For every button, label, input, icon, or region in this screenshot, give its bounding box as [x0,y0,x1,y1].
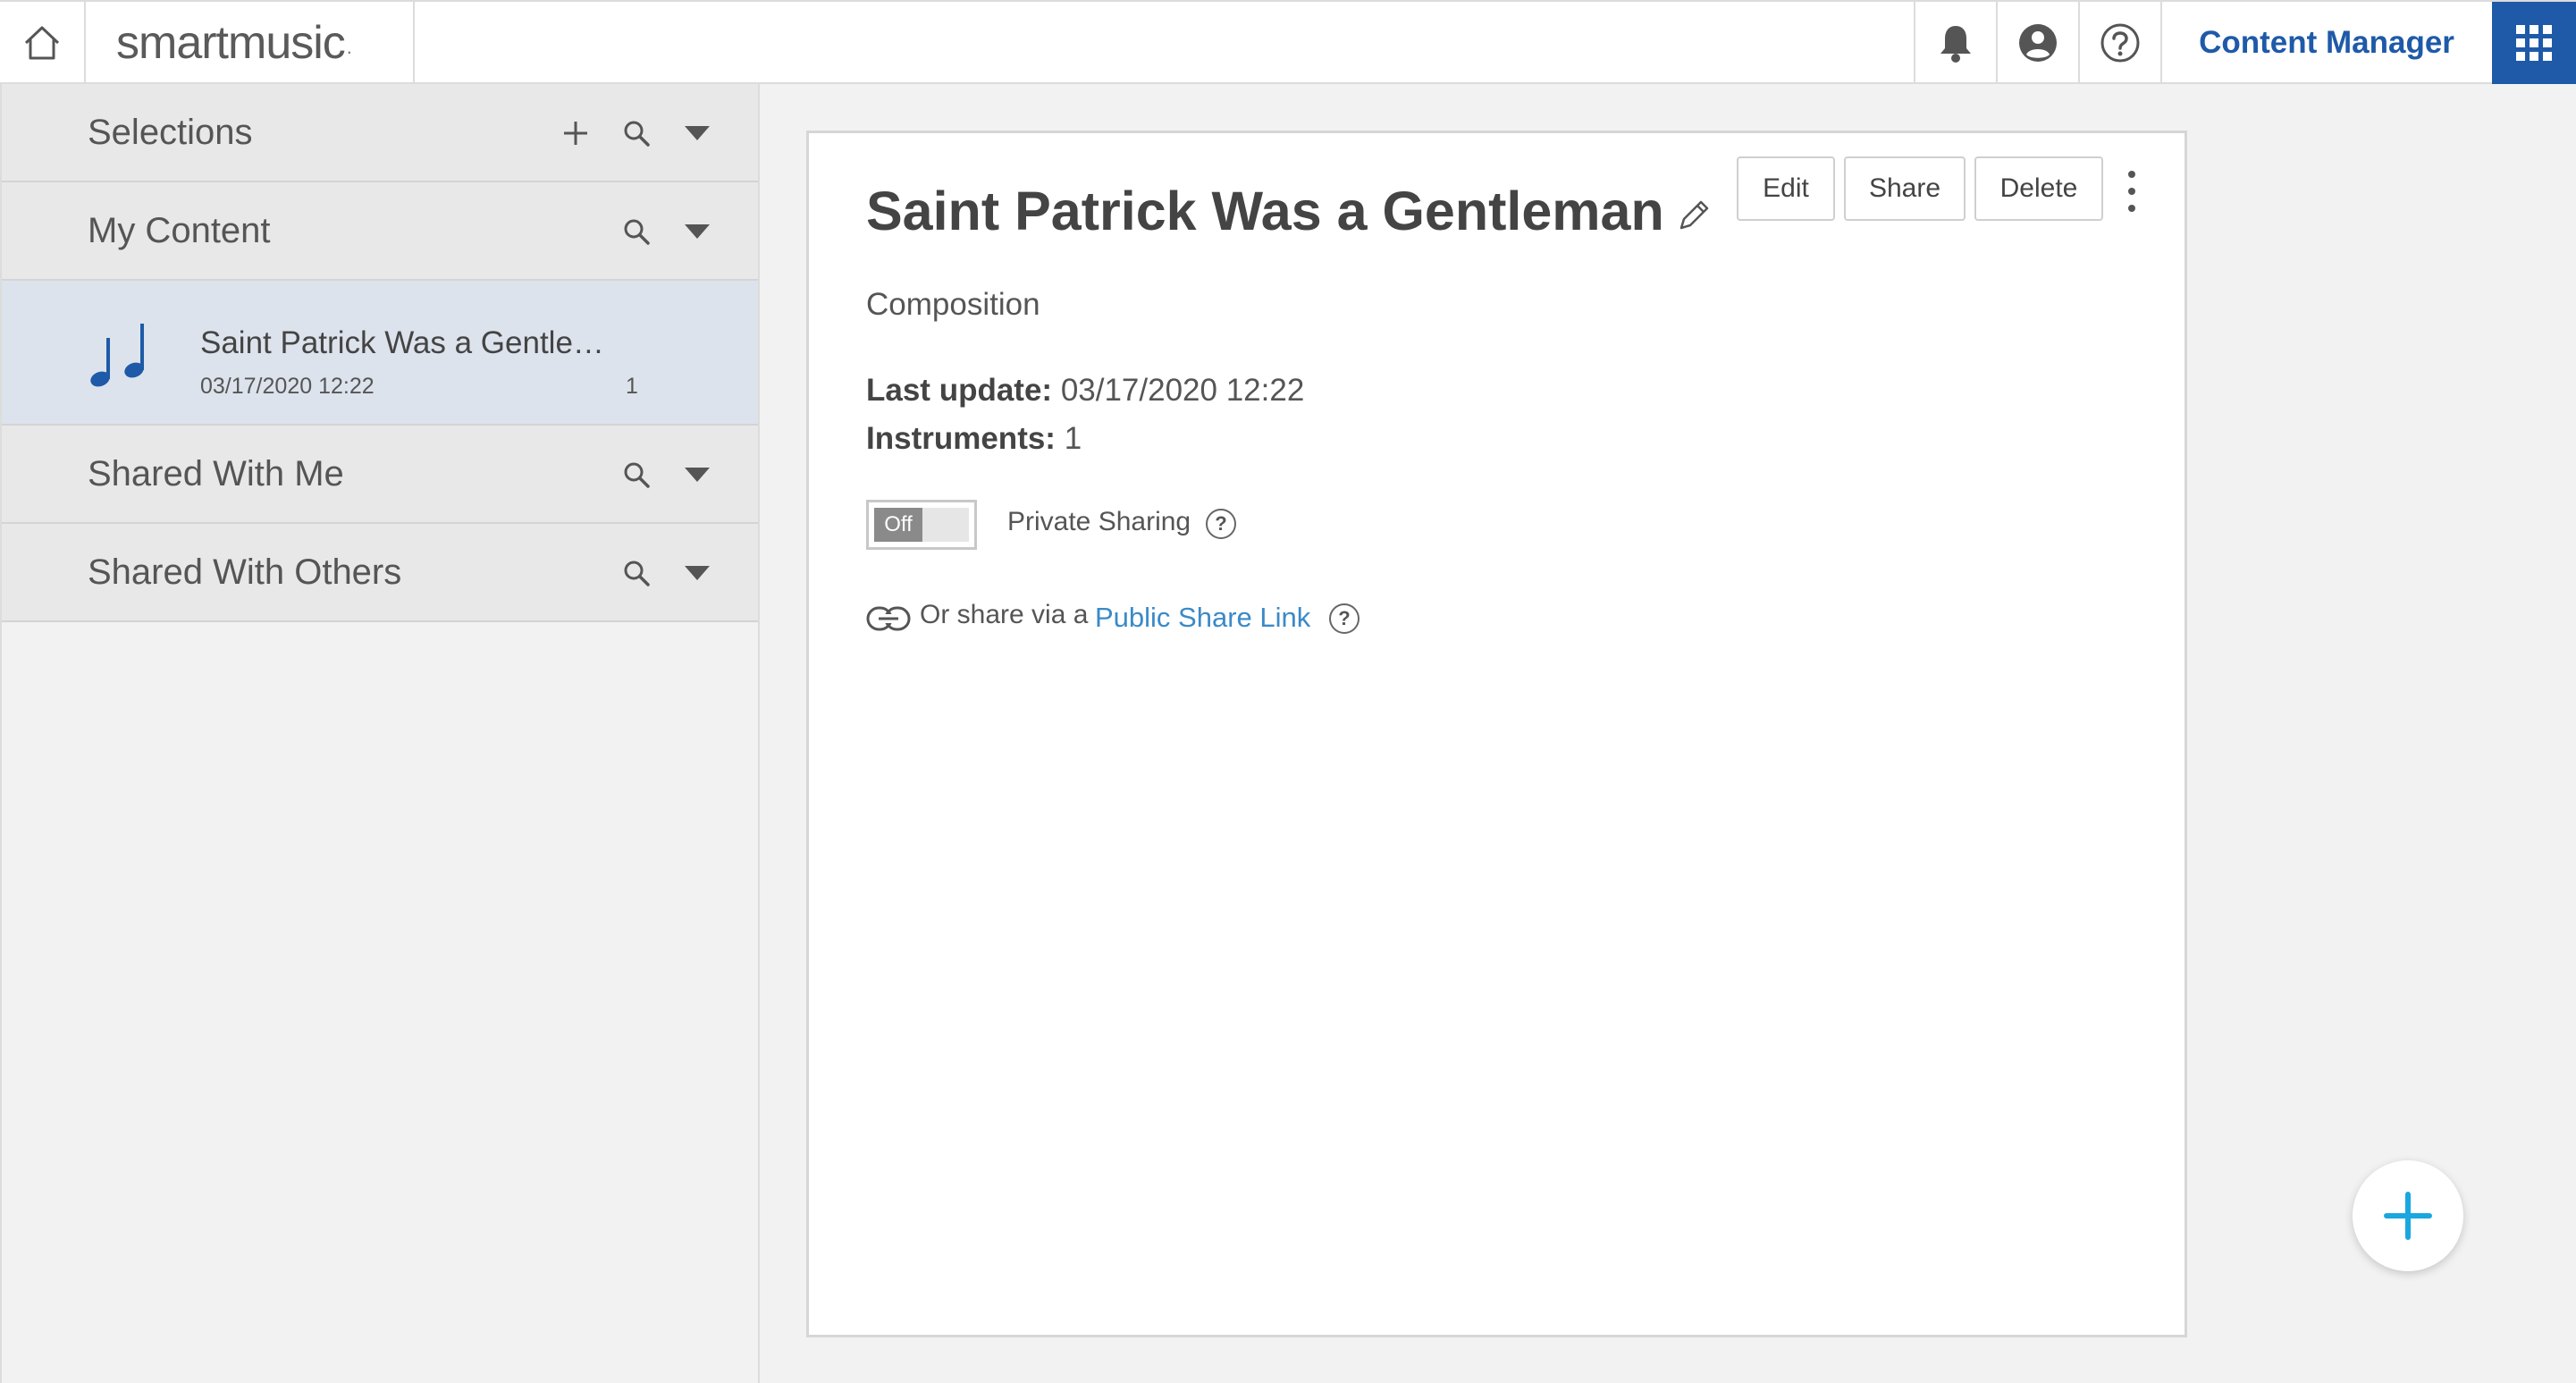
last-update-value: 03/17/2020 12:22 [1060,373,1305,408]
more-options-button[interactable] [2118,171,2145,212]
search-shared-with-me-button[interactable] [610,426,663,524]
section-shared-with-me[interactable]: Shared With Me [2,426,758,524]
caret-down-icon [685,224,710,239]
section-title: Shared With Me [88,453,344,493]
share-button[interactable]: Share [1844,156,1966,221]
apps-menu-button[interactable] [2492,2,2576,84]
list-item[interactable]: Saint Patrick Was a Gentle… 03/17/2020 1… [2,281,758,426]
search-icon [624,462,650,488]
detail-card: Saint Patrick Was a Gentleman Edit Share… [806,131,2187,1337]
apps-grid-icon [2516,25,2552,61]
expand-my-content-button[interactable] [670,182,724,281]
home-button[interactable] [0,2,86,84]
last-update-row: Last update: 03/17/2020 12:22 [866,373,1304,409]
dot-icon [2128,171,2135,178]
search-icon [624,561,650,586]
item-date: 03/17/2020 12:22 [200,374,375,399]
search-shared-with-others-button[interactable] [610,524,663,622]
account-button[interactable] [1996,2,2078,84]
section-shared-with-others[interactable]: Shared With Others [2,524,758,622]
logo-text: smartmusic [116,17,346,69]
last-update-label: Last update: [866,373,1053,408]
item-instrument-count: 1 [626,374,638,399]
delete-button[interactable]: Delete [1974,156,2103,221]
help-button[interactable] [2078,2,2160,84]
plus-icon [2384,1192,2432,1240]
add-selection-button[interactable] [549,84,602,182]
section-title: Shared With Others [88,552,402,592]
smartmusic-logo[interactable]: smartmusic. [86,2,415,84]
content-manager-link[interactable]: Content Manager [2160,2,2491,84]
content-type: Composition [866,287,1040,322]
search-icon [624,219,650,245]
caret-down-icon [685,566,710,580]
or-share-text: Or share via a [920,600,1089,629]
search-icon [624,121,650,147]
instruments-row: Instruments: 1 [866,421,1082,457]
section-title: My Content [88,210,271,250]
expand-shared-with-others-button[interactable] [670,524,724,622]
top-bar: smartmusic. Content Manager [0,0,2576,84]
private-sharing-help-icon[interactable]: ? [1206,509,1236,539]
private-sharing-label: Private Sharing [1007,507,1191,536]
home-icon [24,26,60,60]
section-title: Selections [88,112,253,152]
section-my-content[interactable]: My Content [2,182,758,281]
instruments-label: Instruments: [866,421,1056,456]
private-sharing-toggle[interactable]: Off [866,500,977,550]
instruments-value: 1 [1064,421,1082,456]
item-title: Saint Patrick Was a Gentle… [200,325,604,360]
user-icon [2019,24,2057,62]
link-icon [866,606,911,631]
notifications-button[interactable] [1914,2,1996,84]
public-share-help-icon[interactable]: ? [1329,603,1360,634]
caret-down-icon [685,468,710,482]
section-selections[interactable]: Selections [2,84,758,182]
plus-icon [564,122,587,145]
expand-selections-button[interactable] [670,84,724,182]
edit-button[interactable]: Edit [1737,156,1835,221]
app-root: smartmusic. Content Manager Selections M… [0,0,2576,1383]
add-content-fab[interactable] [2353,1160,2463,1271]
toggle-track: Off [874,508,969,542]
search-selections-button[interactable] [610,84,663,182]
dot-icon [2128,205,2135,212]
public-share-link[interactable]: Public Share Link [1095,602,1310,634]
search-my-content-button[interactable] [610,182,663,281]
caret-down-icon [685,126,710,140]
pencil-icon[interactable] [1676,198,1712,233]
page-title: Saint Patrick Was a Gentleman [866,181,1664,241]
dot-icon [2128,188,2135,195]
bell-icon [1940,26,1971,63]
expand-shared-with-me-button[interactable] [670,426,724,524]
toggle-state: Off [874,508,922,542]
sidebar: Selections My Content Saint Patrick Was … [0,84,760,1383]
help-icon [2100,23,2140,63]
music-notes-icon [90,324,144,387]
logo-mark: . [346,36,352,58]
